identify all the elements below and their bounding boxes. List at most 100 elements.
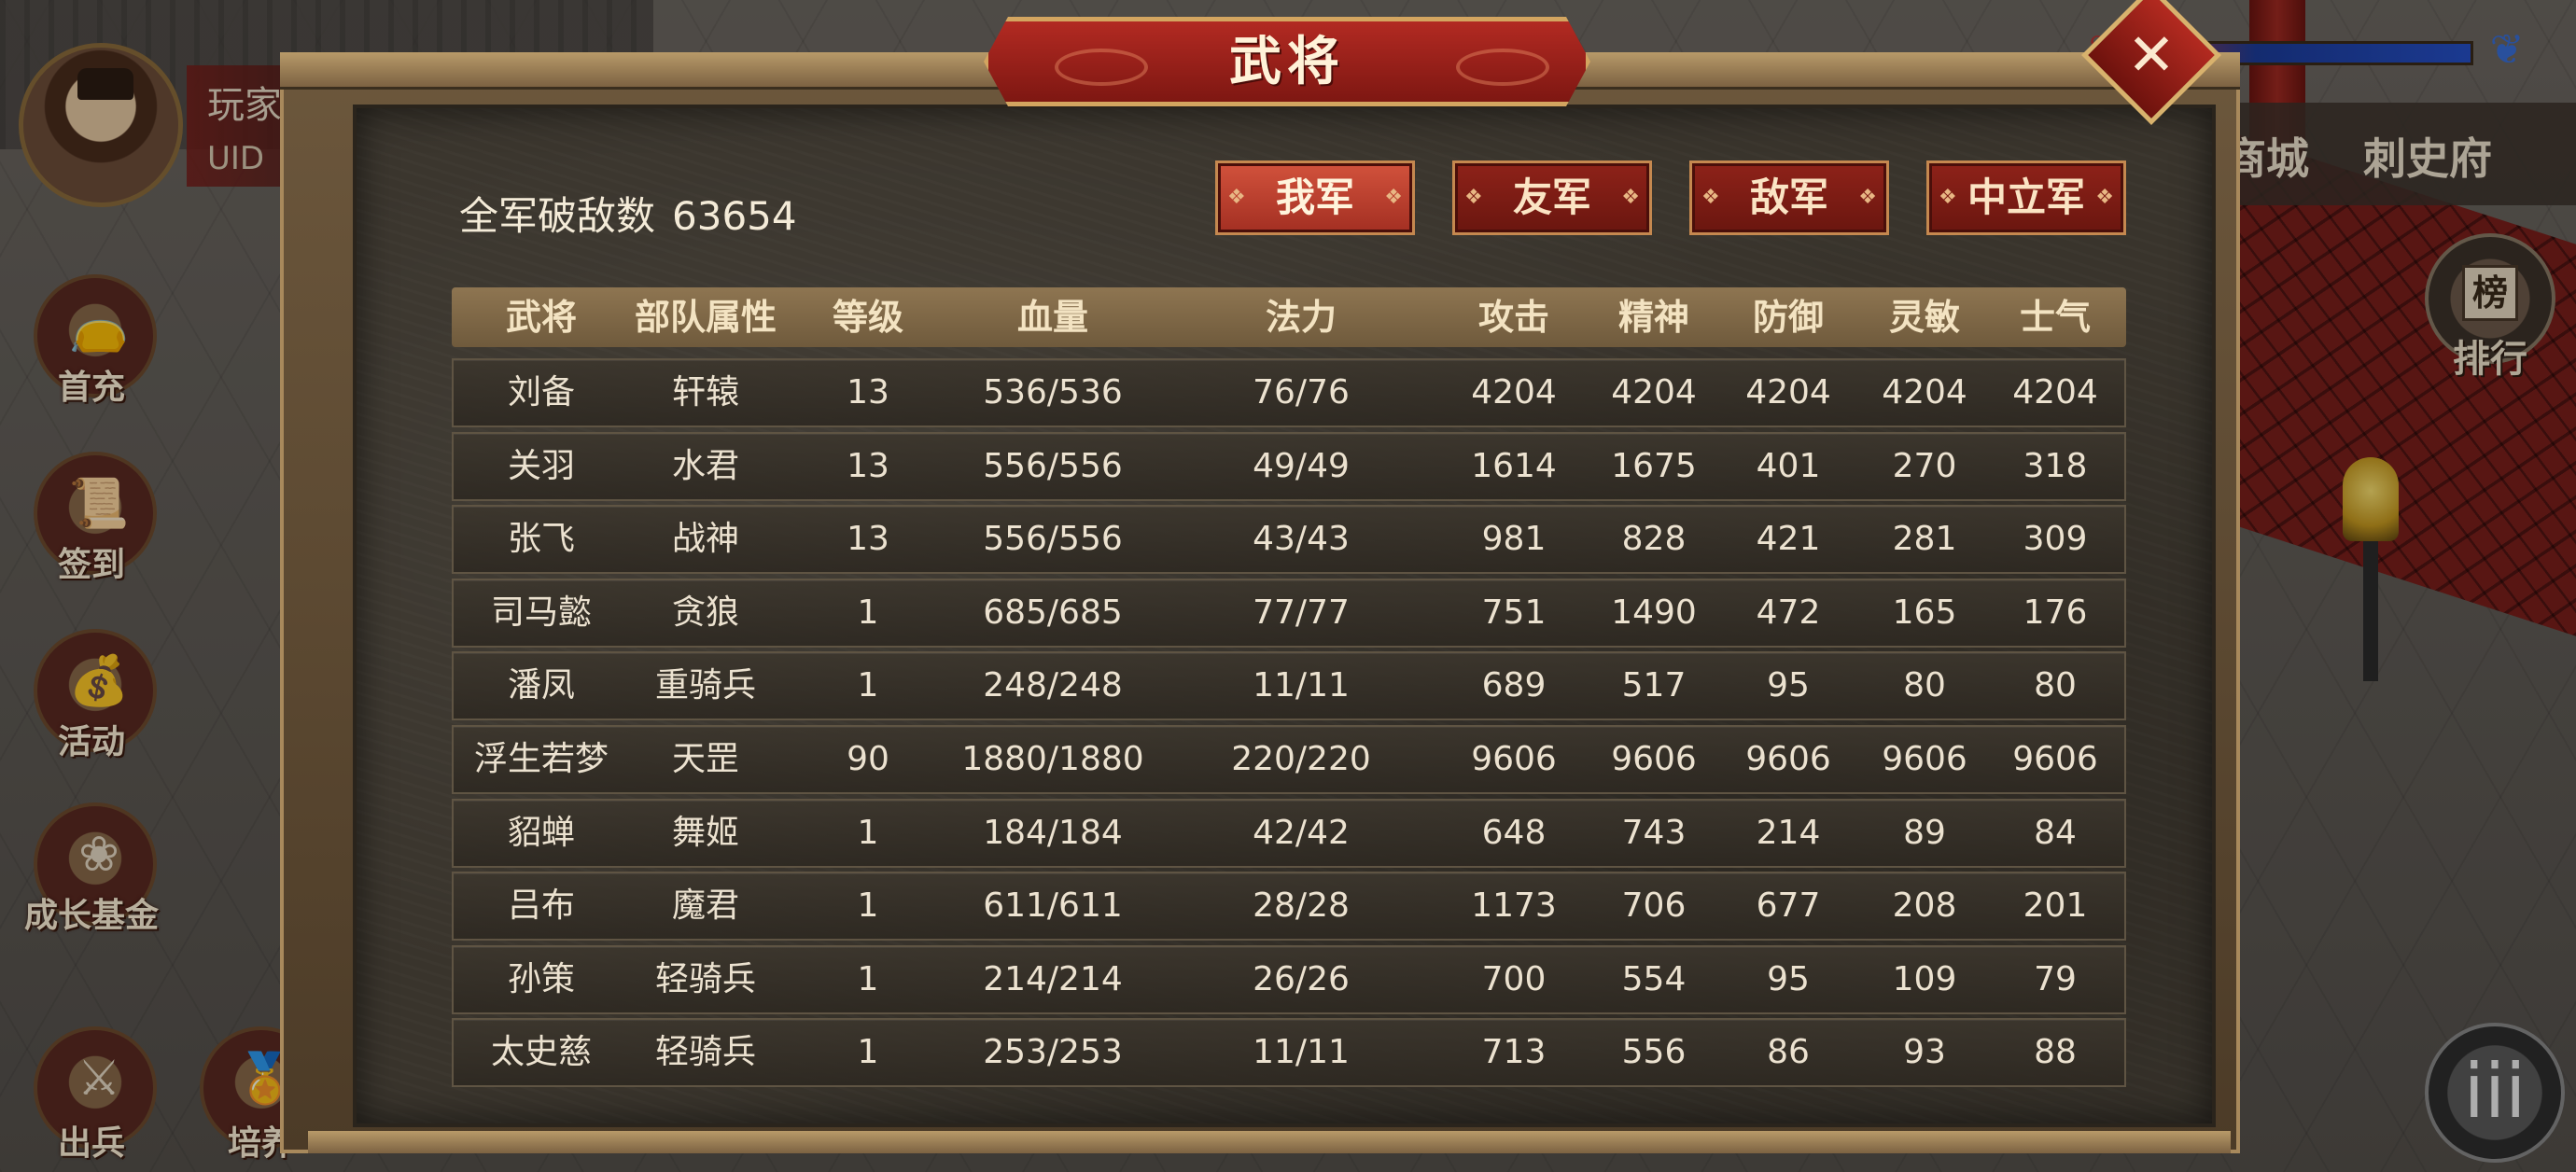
cell-spirit: 743 bbox=[1621, 814, 1687, 852]
cell-hp: 184/184 bbox=[983, 814, 1123, 852]
cell-attack: 751 bbox=[1481, 593, 1547, 632]
cell-defense: 421 bbox=[1756, 520, 1821, 558]
cell-spirit: 556 bbox=[1621, 1033, 1687, 1071]
cell-morale: 176 bbox=[2023, 593, 2088, 632]
cell-attack: 981 bbox=[1481, 520, 1547, 558]
cell-general: 吕布 bbox=[507, 886, 575, 925]
cell-general: 司马懿 bbox=[490, 593, 592, 632]
cell-level: 13 bbox=[847, 373, 889, 412]
cell-general: 孙策 bbox=[507, 960, 575, 998]
cell-attack: 1614 bbox=[1471, 447, 1557, 485]
total-kills-value: 63654 bbox=[672, 193, 797, 239]
cell-morale: 9606 bbox=[2012, 740, 2098, 778]
cell-level: 1 bbox=[857, 1033, 879, 1071]
cell-agility: 4204 bbox=[1882, 373, 1967, 412]
cell-agility: 208 bbox=[1892, 886, 1957, 925]
close-icon[interactable]: ✕ bbox=[2102, 6, 2201, 105]
cell-morale: 309 bbox=[2023, 520, 2088, 558]
cell-mp: 220/220 bbox=[1231, 740, 1371, 778]
cell-attack: 700 bbox=[1481, 960, 1547, 998]
cell-attack: 689 bbox=[1481, 666, 1547, 705]
cell-mp: 43/43 bbox=[1253, 520, 1350, 558]
cell-morale: 4204 bbox=[2012, 373, 2098, 412]
cell-troop-type: 轩辕 bbox=[671, 373, 739, 412]
column-header-agility: 灵敏 bbox=[1888, 297, 1960, 338]
column-header-morale: 士气 bbox=[2019, 297, 2091, 338]
cell-spirit: 1675 bbox=[1611, 447, 1697, 485]
cell-defense: 4204 bbox=[1745, 373, 1831, 412]
cell-agility: 270 bbox=[1892, 447, 1957, 485]
dialog-bottom-border bbox=[308, 1131, 2231, 1153]
cell-level: 1 bbox=[857, 814, 879, 852]
cell-hp: 685/685 bbox=[983, 593, 1123, 632]
dialog-title: 武将 bbox=[1229, 32, 1345, 92]
tab-allied-army[interactable]: 友军 bbox=[1452, 160, 1652, 235]
cell-mp: 11/11 bbox=[1253, 1033, 1350, 1071]
cell-defense: 677 bbox=[1756, 886, 1821, 925]
cell-hp: 214/214 bbox=[983, 960, 1123, 998]
cell-morale: 201 bbox=[2023, 886, 2088, 925]
cell-morale: 79 bbox=[2034, 960, 2077, 998]
cell-hp: 611/611 bbox=[983, 886, 1123, 925]
cell-troop-type: 战神 bbox=[671, 520, 739, 558]
cell-troop-type: 舞姬 bbox=[671, 814, 739, 852]
cell-mp: 11/11 bbox=[1253, 666, 1350, 705]
cell-agility: 9606 bbox=[1882, 740, 1967, 778]
cell-attack: 1173 bbox=[1471, 886, 1557, 925]
cell-mp: 77/77 bbox=[1253, 593, 1350, 632]
cell-level: 13 bbox=[847, 520, 889, 558]
cell-level: 13 bbox=[847, 447, 889, 485]
cell-spirit: 4204 bbox=[1611, 373, 1697, 412]
column-header-defense: 防御 bbox=[1752, 297, 1824, 338]
cell-level: 1 bbox=[857, 886, 879, 925]
cell-defense: 95 bbox=[1767, 960, 1810, 998]
cell-hp: 556/556 bbox=[983, 520, 1123, 558]
cell-mp: 49/49 bbox=[1253, 447, 1350, 485]
cell-spirit: 517 bbox=[1621, 666, 1687, 705]
total-kills-label: 全军破敌数 bbox=[459, 193, 656, 239]
cell-morale: 318 bbox=[2023, 447, 2088, 485]
cell-defense: 9606 bbox=[1745, 740, 1831, 778]
cell-mp: 26/26 bbox=[1253, 960, 1350, 998]
cell-general: 浮生若梦 bbox=[473, 740, 609, 778]
cell-hp: 248/248 bbox=[983, 666, 1123, 705]
cell-general: 关羽 bbox=[507, 447, 575, 485]
cell-general: 刘备 bbox=[507, 373, 575, 412]
cell-troop-type: 贪狼 bbox=[671, 593, 739, 632]
column-header-troop-type: 部队属性 bbox=[634, 297, 777, 338]
cell-level: 1 bbox=[857, 960, 879, 998]
cell-defense: 214 bbox=[1756, 814, 1821, 852]
cell-level: 1 bbox=[857, 666, 879, 705]
cell-troop-type: 重骑兵 bbox=[654, 666, 756, 705]
cell-troop-type: 水君 bbox=[671, 447, 739, 485]
cell-general: 貂蝉 bbox=[507, 814, 575, 852]
column-header-mp: 法力 bbox=[1265, 297, 1337, 338]
cell-agility: 80 bbox=[1903, 666, 1946, 705]
cell-defense: 472 bbox=[1756, 593, 1821, 632]
total-kills: 全军破敌数 63654 bbox=[459, 185, 797, 242]
cell-agility: 93 bbox=[1903, 1033, 1946, 1071]
cell-morale: 88 bbox=[2034, 1033, 2077, 1071]
cell-spirit: 706 bbox=[1621, 886, 1687, 925]
tab-our-army[interactable]: 我军 bbox=[1215, 160, 1415, 235]
cell-defense: 95 bbox=[1767, 666, 1810, 705]
cell-general: 潘凤 bbox=[507, 666, 575, 705]
tab-neutral-army[interactable]: 中立军 bbox=[1926, 160, 2126, 235]
cell-agility: 109 bbox=[1892, 960, 1957, 998]
cell-hp: 253/253 bbox=[983, 1033, 1123, 1071]
cell-troop-type: 轻骑兵 bbox=[654, 960, 756, 998]
cell-level: 90 bbox=[847, 740, 889, 778]
cell-spirit: 554 bbox=[1621, 960, 1687, 998]
cell-troop-type: 天罡 bbox=[671, 740, 739, 778]
tab-enemy-army[interactable]: 敌军 bbox=[1689, 160, 1889, 235]
cell-morale: 84 bbox=[2034, 814, 2077, 852]
cell-morale: 80 bbox=[2034, 666, 2077, 705]
cell-agility: 165 bbox=[1892, 593, 1957, 632]
column-header-attack: 攻击 bbox=[1477, 297, 1549, 338]
cell-attack: 4204 bbox=[1471, 373, 1557, 412]
cell-troop-type: 魔君 bbox=[671, 886, 739, 925]
cell-agility: 281 bbox=[1892, 520, 1957, 558]
column-header-level: 等级 bbox=[832, 297, 903, 338]
cell-mp: 42/42 bbox=[1253, 814, 1350, 852]
column-header-general: 武将 bbox=[505, 297, 577, 338]
